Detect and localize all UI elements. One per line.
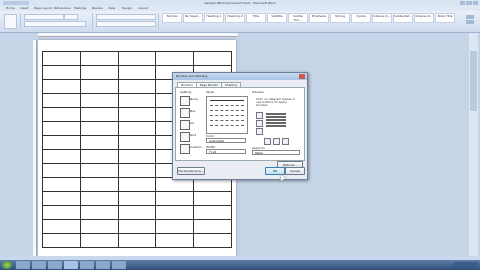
preview-note: Click on diagram below or use buttons to… [256, 97, 296, 107]
line-style-option[interactable] [210, 125, 244, 127]
style-strong[interactable]: Strong [330, 13, 350, 23]
style-book-title[interactable]: Book Title [435, 13, 455, 23]
editing-group [466, 15, 476, 29]
setting-box-icon [180, 108, 190, 118]
dialog-title-bar[interactable]: Borders and Shading [173, 73, 307, 80]
setting-all[interactable]: All [180, 119, 202, 130]
setting-label: Setting: [180, 90, 192, 94]
style-subtle-reference[interactable]: Subtle Ref... [393, 13, 413, 23]
preview-area: Click on diagram below or use buttons to… [252, 98, 300, 148]
style-intense-quote[interactable]: Intense Q... [372, 13, 392, 23]
style-label: Style: [206, 90, 215, 94]
setting-grid[interactable]: Grid [180, 131, 202, 142]
window-controls[interactable] [460, 1, 478, 5]
horizontal-line-button[interactable]: Horizontal Line... [177, 167, 205, 175]
dialog-close-button[interactable] [299, 74, 305, 79]
style-quote[interactable]: Quote [351, 13, 371, 23]
taskbar-word-icon[interactable] [64, 261, 78, 269]
taskbar-app-icon[interactable] [112, 261, 126, 269]
table-row [42, 205, 232, 220]
taskbar-ie-icon[interactable] [16, 261, 30, 269]
inside-vertical-border-button[interactable] [273, 138, 280, 145]
scrollbar-thumb[interactable] [470, 51, 477, 111]
maximize-button[interactable] [466, 1, 472, 5]
setting-box[interactable]: Box [180, 107, 202, 118]
line-style-option[interactable] [210, 105, 244, 107]
bottom-border-button[interactable] [256, 128, 263, 135]
style-emphasis[interactable]: Emphasis [309, 13, 329, 23]
apply-to-select[interactable]: Table [252, 150, 300, 155]
taskbar-media-icon[interactable] [48, 261, 62, 269]
line-style-option[interactable] [210, 115, 244, 117]
list-buttons[interactable] [96, 14, 156, 20]
setting-grid-icon [180, 132, 190, 142]
clipboard-group [2, 13, 21, 30]
setting-custom-icon [180, 144, 190, 154]
style-normal[interactable]: Normal [162, 13, 182, 23]
inside-horizontal-border-button[interactable] [256, 120, 263, 127]
table-row [42, 51, 232, 66]
setting-all-icon [180, 120, 190, 130]
vertical-ruler[interactable] [33, 40, 37, 256]
ribbon: Normal No Spaci... Heading 1 Heading 2 T… [0, 11, 480, 33]
line-style-list[interactable] [206, 96, 248, 134]
start-button[interactable] [2, 261, 12, 269]
close-button[interactable] [472, 1, 478, 5]
style-subtitle[interactable]: Subtitle [267, 13, 287, 23]
left-border-button[interactable] [264, 138, 271, 145]
style-intense-reference[interactable]: Intense R... [414, 13, 434, 23]
style-title[interactable]: Title [246, 13, 266, 23]
vertical-scrollbar[interactable] [469, 33, 478, 256]
styles-gallery: Normal No Spaci... Heading 1 Heading 2 T… [162, 13, 462, 23]
minimize-button[interactable] [460, 1, 466, 5]
style-subtle-emphasis[interactable]: Subtle Em... [288, 13, 308, 23]
horizontal-ruler[interactable] [38, 33, 238, 37]
style-heading-1[interactable]: Heading 1 [204, 13, 224, 23]
taskbar-chrome-icon[interactable] [96, 261, 110, 269]
line-style-option[interactable] [210, 120, 244, 122]
paste-button[interactable] [4, 14, 17, 29]
replace-button[interactable] [466, 20, 474, 24]
top-border-button[interactable] [256, 112, 263, 119]
font-group [22, 13, 93, 30]
style-no-spacing[interactable]: No Spaci... [183, 13, 203, 23]
right-border-button[interactable] [282, 138, 289, 145]
font-size-select[interactable] [64, 14, 78, 20]
table-row [42, 233, 232, 248]
font-name-select[interactable] [24, 14, 64, 20]
line-style-option[interactable] [210, 110, 244, 112]
cancel-button[interactable]: Cancel [285, 167, 305, 175]
width-select[interactable]: ½ pt [206, 149, 246, 154]
preview-diagram[interactable] [266, 113, 286, 129]
paragraph-group [94, 13, 159, 30]
borders-shading-dialog: Borders and Shading Borders Page Border … [172, 72, 308, 180]
taskbar-paint-icon[interactable] [80, 261, 94, 269]
line-style-option[interactable] [210, 100, 244, 102]
preview-label: Preview [252, 90, 264, 94]
style-heading-2[interactable]: Heading 2 [225, 13, 245, 23]
borders-panel: Setting: None Box All Grid Custom Style: [175, 87, 305, 161]
table-row [42, 219, 232, 234]
dialog-title: Borders and Shading [176, 74, 208, 78]
find-button[interactable] [466, 15, 474, 19]
font-format-buttons[interactable] [24, 21, 86, 27]
system-tray[interactable] [454, 262, 478, 268]
quick-access-toolbar[interactable] [3, 1, 29, 5]
setting-none-icon [180, 96, 190, 106]
color-select[interactable]: Automatic [206, 138, 246, 143]
setting-none[interactable]: None [180, 95, 202, 106]
alignment-buttons[interactable] [96, 21, 156, 27]
taskbar [0, 260, 480, 270]
taskbar-folder-icon[interactable] [32, 261, 46, 269]
setting-custom[interactable]: Custom [180, 143, 202, 154]
table-row [42, 191, 232, 206]
